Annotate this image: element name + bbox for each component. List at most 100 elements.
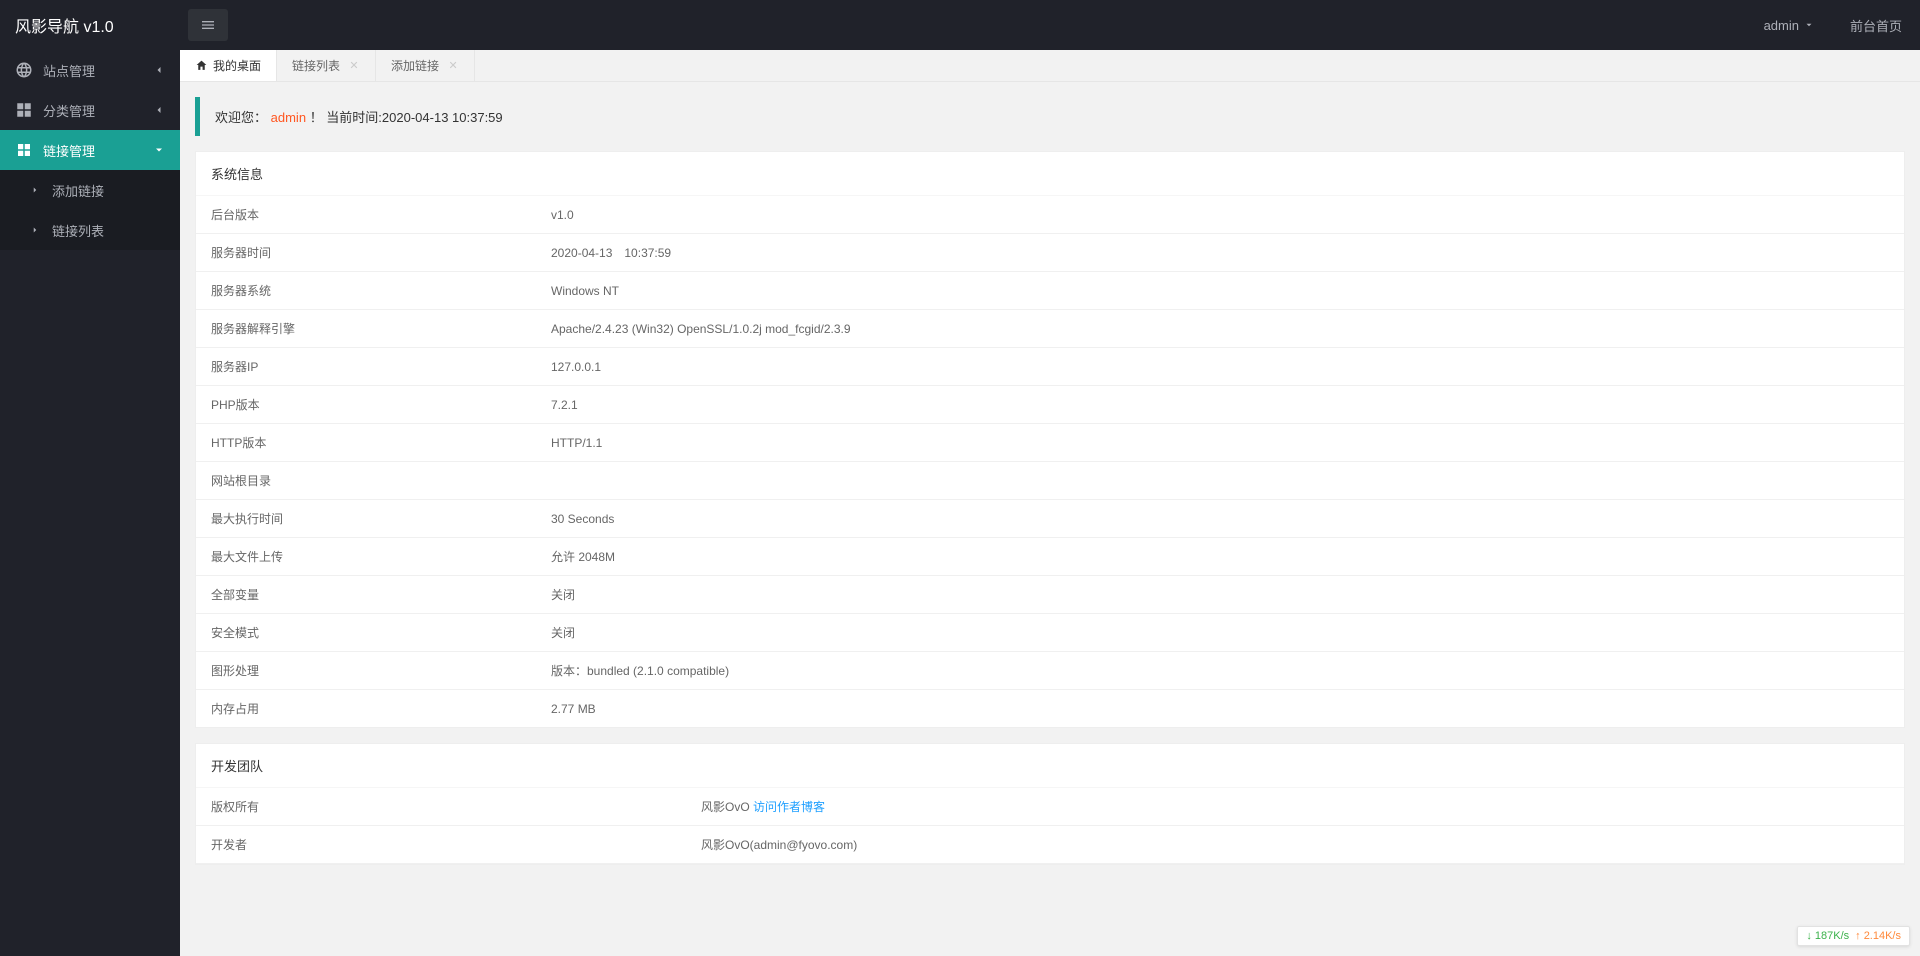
info-value: 允许 2048M	[536, 538, 1904, 576]
arrow-down-icon: ↓	[1806, 930, 1812, 942]
sidebar-item-label: 添加链接	[52, 181, 165, 200]
tab-desktop[interactable]: 我的桌面	[180, 50, 277, 81]
info-label: 服务器时间	[196, 234, 536, 272]
sidebar-item-link[interactable]: 链接管理	[0, 130, 180, 170]
app-logo: 风影导航 v1.0	[0, 0, 180, 50]
sidebar-sub-add-link[interactable]: 添加链接	[0, 170, 180, 210]
chevron-right-icon	[30, 185, 40, 195]
table-row: 开发者风影OvO(admin@fyovo.com)	[196, 826, 1904, 864]
info-value: 风影OvO(admin@fyovo.com)	[686, 826, 1904, 864]
info-value: HTTP/1.1	[536, 424, 1904, 462]
user-name: admin	[1764, 18, 1799, 33]
close-icon[interactable]: ✕	[447, 60, 459, 72]
table-row: PHP版本7.2.1	[196, 386, 1904, 424]
info-label: 网站根目录	[196, 462, 536, 500]
info-label: 图形处理	[196, 652, 536, 690]
table-row: 服务器时间2020-04-13 10:37:59	[196, 234, 1904, 272]
dev-team-table: 版权所有风影OvO 访问作者博客开发者风影OvO(admin@fyovo.com…	[196, 788, 1904, 864]
welcome-user: admin	[271, 110, 306, 125]
chevron-right-icon	[30, 225, 40, 235]
welcome-prefix: 欢迎您：	[215, 110, 267, 125]
sidebar-sub-link-list[interactable]: 链接列表	[0, 210, 180, 250]
info-value: 2.77 MB	[536, 690, 1904, 728]
download-speed: ↓ 187K/s	[1806, 930, 1849, 942]
sidebar: 风影导航 v1.0 站点管理 分类管理 链接管理 添加链接	[0, 0, 180, 956]
header-right: admin 前台首页	[1746, 0, 1920, 50]
sidebar-item-label: 链接列表	[52, 221, 165, 240]
sidebar-item-label: 分类管理	[43, 101, 153, 120]
chevron-down-icon	[153, 144, 165, 156]
table-row: 版权所有风影OvO 访问作者博客	[196, 788, 1904, 826]
info-value: 7.2.1	[536, 386, 1904, 424]
table-row: 服务器系统Windows NT	[196, 272, 1904, 310]
table-row: 内存占用2.77 MB	[196, 690, 1904, 728]
tab-link-list[interactable]: 链接列表 ✕	[277, 50, 376, 81]
author-blog-link[interactable]: 访问作者博客	[753, 800, 825, 814]
table-row: 后台版本v1.0	[196, 196, 1904, 234]
arrow-up-icon: ↑	[1855, 930, 1861, 942]
user-menu[interactable]: admin	[1746, 0, 1832, 50]
table-row: 图形处理版本：bundled (2.1.0 compatible)	[196, 652, 1904, 690]
home-icon	[195, 59, 208, 72]
info-value: 风影OvO 访问作者博客	[686, 788, 1904, 826]
info-label: 服务器IP	[196, 348, 536, 386]
sidebar-item-label: 链接管理	[43, 141, 153, 160]
table-row: 服务器IP127.0.0.1	[196, 348, 1904, 386]
info-value: 版本：bundled (2.1.0 compatible)	[536, 652, 1904, 690]
welcome-time: 2020-04-13 10:37:59	[382, 110, 503, 125]
main-area: admin 前台首页 我的桌面 链接列表 ✕ 添加链接 ✕	[180, 0, 1920, 956]
info-value: 2020-04-13 10:37:59	[536, 234, 1904, 272]
info-label: 服务器解释引擎	[196, 310, 536, 348]
info-value: 关闭	[536, 576, 1904, 614]
front-site-link[interactable]: 前台首页	[1832, 0, 1920, 50]
front-site-label: 前台首页	[1850, 16, 1902, 35]
table-row: 最大文件上传允许 2048M	[196, 538, 1904, 576]
info-label: PHP版本	[196, 386, 536, 424]
table-row: 服务器解释引擎Apache/2.4.23 (Win32) OpenSSL/1.0…	[196, 310, 1904, 348]
info-label: 最大执行时间	[196, 500, 536, 538]
card-title: 系统信息	[196, 152, 1904, 196]
sidebar-submenu-link: 添加链接 链接列表	[0, 170, 180, 250]
dev-team-card: 开发团队 版权所有风影OvO 访问作者博客开发者风影OvO(admin@fyov…	[195, 743, 1905, 865]
info-value: 127.0.0.1	[536, 348, 1904, 386]
table-row: 网站根目录	[196, 462, 1904, 500]
link-icon	[15, 141, 33, 159]
sidebar-item-site[interactable]: 站点管理	[0, 50, 180, 90]
welcome-suffix: ！ 当前时间:	[310, 110, 382, 125]
menu-icon	[200, 17, 216, 33]
info-value: 30 Seconds	[536, 500, 1904, 538]
tab-label: 链接列表	[292, 57, 340, 74]
top-header: admin 前台首页	[180, 0, 1920, 50]
site-icon	[15, 61, 33, 79]
info-value: Windows NT	[536, 272, 1904, 310]
info-label: 最大文件上传	[196, 538, 536, 576]
table-row: 全部变量关闭	[196, 576, 1904, 614]
chevron-left-icon	[153, 64, 165, 76]
info-value: 关闭	[536, 614, 1904, 652]
category-icon	[15, 101, 33, 119]
table-row: 最大执行时间30 Seconds	[196, 500, 1904, 538]
info-value: v1.0	[536, 196, 1904, 234]
sidebar-nav: 站点管理 分类管理 链接管理 添加链接 链接列表	[0, 50, 180, 956]
table-row: 安全模式关闭	[196, 614, 1904, 652]
welcome-banner: 欢迎您： admin ！ 当前时间:2020-04-13 10:37:59	[195, 97, 1905, 136]
chevron-down-icon	[1804, 20, 1814, 30]
close-icon[interactable]: ✕	[348, 60, 360, 72]
system-info-card: 系统信息 后台版本v1.0服务器时间2020-04-13 10:37:59服务器…	[195, 151, 1905, 728]
sidebar-toggle-button[interactable]	[188, 9, 228, 41]
header-left	[180, 9, 228, 41]
app-title: 风影导航 v1.0	[15, 13, 114, 37]
sidebar-item-category[interactable]: 分类管理	[0, 90, 180, 130]
info-label: 安全模式	[196, 614, 536, 652]
upload-speed: ↑ 2.14K/s	[1855, 930, 1901, 942]
info-label: 全部变量	[196, 576, 536, 614]
sidebar-item-label: 站点管理	[43, 61, 153, 80]
card-title: 开发团队	[196, 744, 1904, 788]
content-area[interactable]: 欢迎您： admin ！ 当前时间:2020-04-13 10:37:59 系统…	[180, 82, 1920, 956]
tab-label: 我的桌面	[213, 57, 261, 74]
chevron-left-icon	[153, 104, 165, 116]
info-label: 后台版本	[196, 196, 536, 234]
tab-add-link[interactable]: 添加链接 ✕	[376, 50, 475, 81]
network-speed-badge: ↓ 187K/s ↑ 2.14K/s	[1797, 926, 1910, 946]
tab-bar: 我的桌面 链接列表 ✕ 添加链接 ✕	[180, 50, 1920, 82]
